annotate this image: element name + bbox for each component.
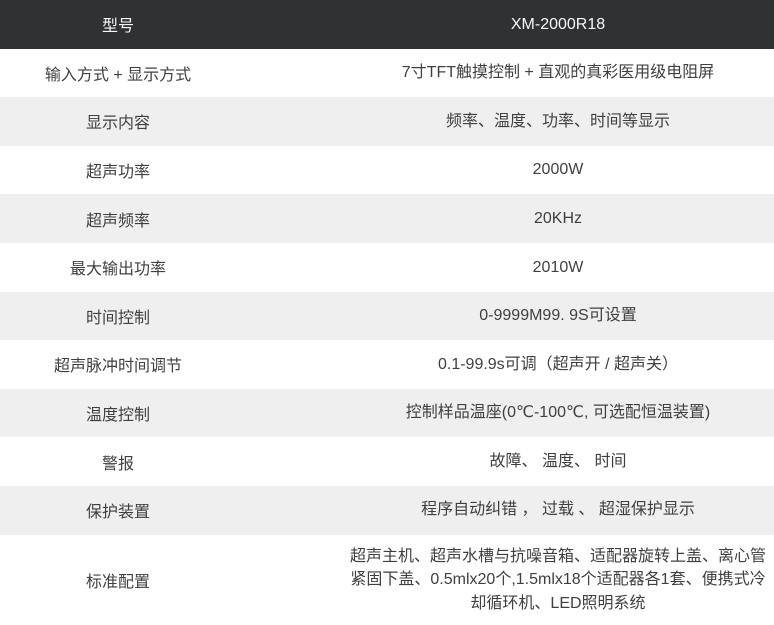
spec-label: 显示内容 (0, 109, 236, 133)
spec-value: 2000W (342, 158, 774, 182)
table-row: 输入方式 + 显示方式 7寸TFT触摸控制 + 直观的真彩医用级电阻屏 (0, 49, 774, 98)
spec-label: 超声脉冲时间调节 (0, 352, 236, 376)
spec-value: 2010W (342, 256, 774, 280)
table-row: 超声脉冲时间调节 0.1-99.9s可调（超声开 / 超声关） (0, 340, 774, 389)
spec-value: 7寸TFT触摸控制 + 直观的真彩医用级电阻屏 (342, 61, 774, 85)
spec-label: 输入方式 + 显示方式 (0, 61, 236, 85)
table-row: 警报 故障、 温度、 时间 (0, 437, 774, 486)
table-row-header: 型号 XM-2000R18 (0, 0, 774, 49)
spec-value: 0-9999M99. 9S可设置 (342, 304, 774, 328)
spec-label: 标准配置 (0, 568, 236, 592)
table-row: 显示内容 频率、温度、功率、时间等显示 (0, 97, 774, 146)
spec-label: 温度控制 (0, 401, 236, 425)
spec-value: 控制样品温座(0℃-100℃, 可选配恒温装置) (342, 401, 774, 425)
spec-value: 频率、温度、功率、时间等显示 (342, 110, 774, 134)
spec-table: 型号 XM-2000R18 输入方式 + 显示方式 7寸TFT触摸控制 + 直观… (0, 0, 774, 625)
spec-label: 最大输出功率 (0, 255, 236, 279)
table-row: 最大输出功率 2010W (0, 243, 774, 292)
spec-label: 时间控制 (0, 304, 236, 328)
table-row: 温度控制 控制样品温座(0℃-100℃, 可选配恒温装置) (0, 389, 774, 438)
table-row: 时间控制 0-9999M99. 9S可设置 (0, 292, 774, 341)
spec-label: 警报 (0, 450, 236, 474)
spec-value: 超声主机、超声水槽与抗噪音箱、适配器旋转上盖、离心管紧固下盖、0.5mlx20个… (342, 545, 774, 616)
spec-value: 程序自动纠错 ， 过载 、 超湿保护显示 (342, 498, 774, 522)
spec-value: 20KHz (342, 207, 774, 231)
spec-label: 保护装置 (0, 498, 236, 522)
table-row: 超声频率 20KHz (0, 194, 774, 243)
spec-label: 超声频率 (0, 207, 236, 231)
table-row: 标准配置 超声主机、超声水槽与抗噪音箱、适配器旋转上盖、离心管紧固下盖、0.5m… (0, 535, 774, 625)
spec-value: 0.1-99.9s可调（超声开 / 超声关） (342, 353, 774, 377)
spec-value: 故障、 温度、 时间 (342, 450, 774, 474)
spec-label-model: 型号 (0, 12, 236, 36)
spec-value-model: XM-2000R18 (342, 13, 774, 37)
table-row: 超声功率 2000W (0, 146, 774, 195)
spec-label: 超声功率 (0, 158, 236, 182)
table-row: 保护装置 程序自动纠错 ， 过载 、 超湿保护显示 (0, 486, 774, 535)
